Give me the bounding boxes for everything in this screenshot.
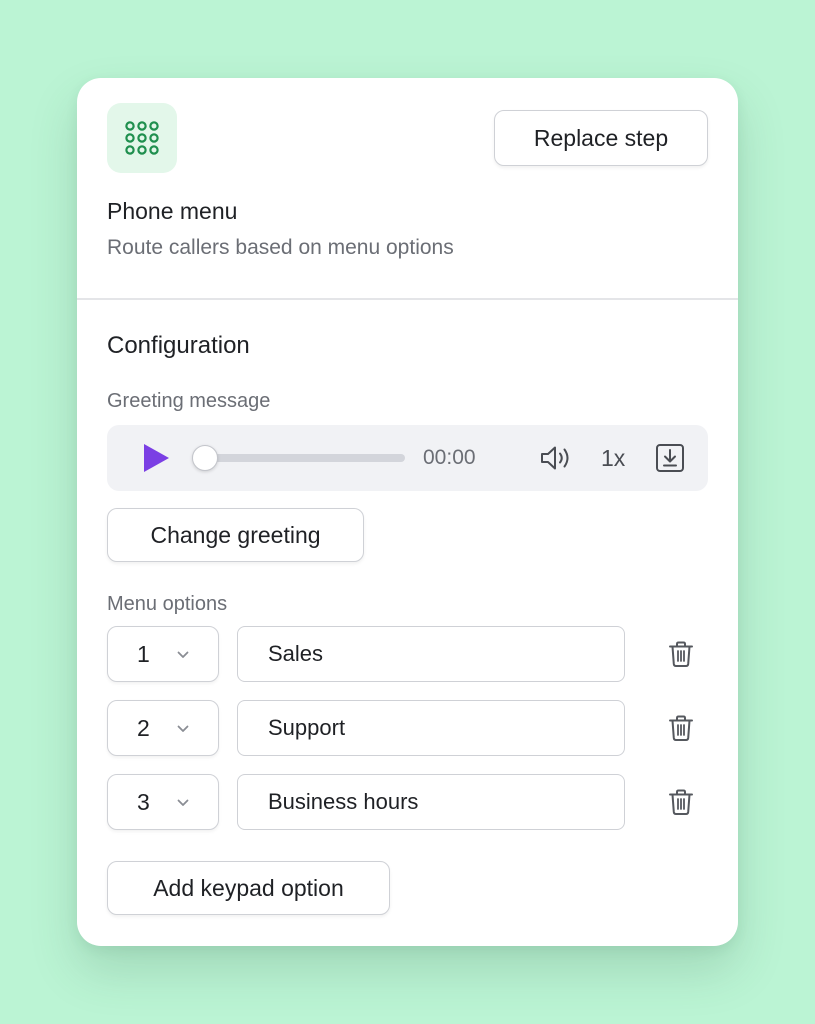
keypad-digit-select[interactable]: 3 xyxy=(107,774,219,830)
greeting-message-label: Greeting message xyxy=(107,390,271,412)
menu-option-name-input[interactable] xyxy=(237,774,625,830)
trash-icon[interactable] xyxy=(666,639,696,669)
menu-option-name-input[interactable] xyxy=(237,700,625,756)
trash-icon[interactable] xyxy=(666,787,696,817)
section-divider xyxy=(77,298,738,300)
keypad-digit-select[interactable]: 2 xyxy=(107,700,219,756)
download-icon[interactable] xyxy=(654,442,686,474)
audio-scrubber-handle[interactable] xyxy=(192,445,218,471)
play-icon[interactable] xyxy=(141,442,171,474)
step-title: Phone menu xyxy=(107,198,238,224)
trash-icon[interactable] xyxy=(666,713,696,743)
add-keypad-option-button[interactable]: Add keypad option xyxy=(107,861,390,915)
menu-options-label: Menu options xyxy=(107,593,228,615)
phone-menu-step-card: Replace step Phone menu Route callers ba… xyxy=(77,78,738,946)
configuration-heading: Configuration xyxy=(107,332,250,359)
menu-option-row: 3 xyxy=(107,774,708,830)
menu-option-name-input[interactable] xyxy=(237,626,625,682)
menu-option-row: 2 xyxy=(107,700,708,756)
change-greeting-button[interactable]: Change greeting xyxy=(107,508,364,562)
step-subtitle: Route callers based on menu options xyxy=(107,236,454,259)
greeting-audio-player: 00:00 1x xyxy=(107,425,708,491)
keypad-digit-value: 2 xyxy=(137,715,150,741)
chevron-down-icon xyxy=(177,799,189,806)
volume-icon[interactable] xyxy=(539,443,573,473)
keypad-digit-value: 1 xyxy=(137,641,150,667)
audio-time: 00:00 xyxy=(423,446,476,469)
menu-option-row: 1 xyxy=(107,626,708,682)
playback-speed[interactable]: 1x xyxy=(601,445,625,472)
chevron-down-icon xyxy=(177,725,189,732)
keypad-digit-value: 3 xyxy=(137,789,150,815)
keypad-grid-icon xyxy=(125,121,159,155)
chevron-down-icon xyxy=(177,651,189,658)
replace-step-button[interactable]: Replace step xyxy=(494,110,708,166)
keypad-icon-tile xyxy=(107,103,177,173)
audio-progress-track[interactable] xyxy=(203,454,405,462)
keypad-digit-select[interactable]: 1 xyxy=(107,626,219,682)
